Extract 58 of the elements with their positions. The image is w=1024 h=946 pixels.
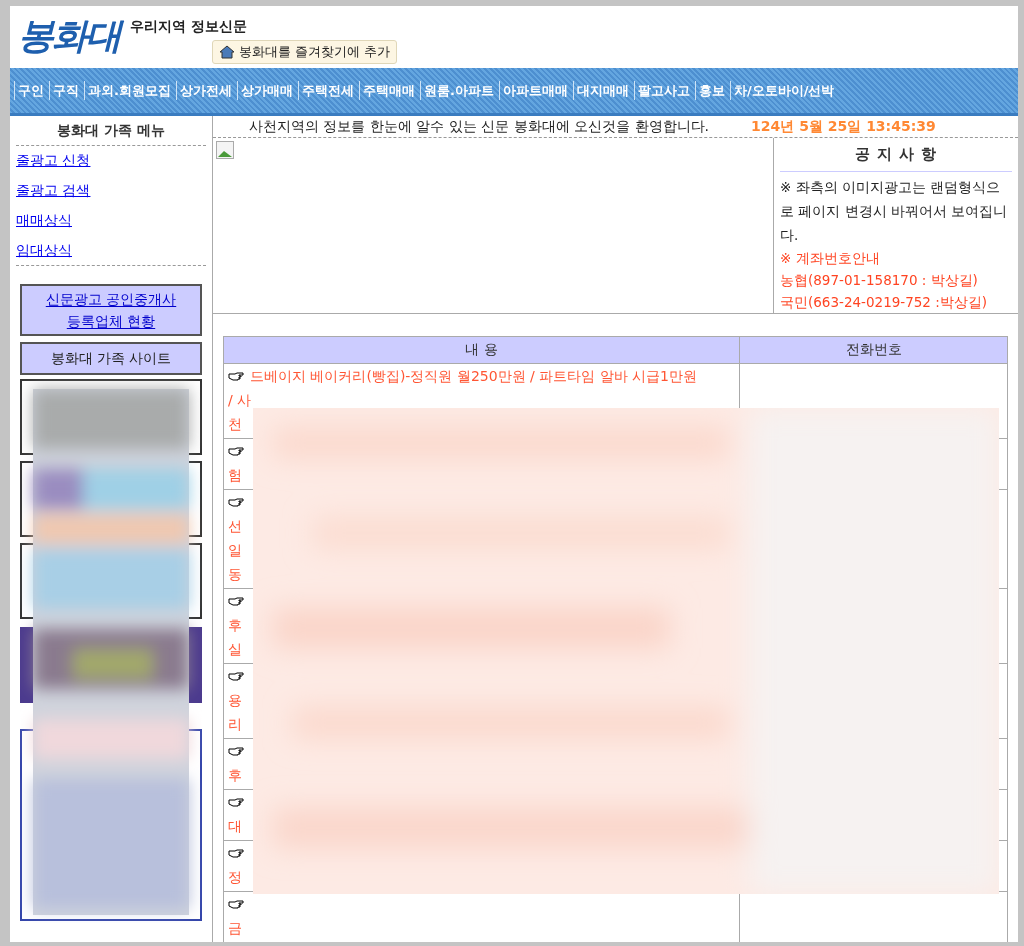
nav-link[interactable]: 상가전세 (175, 80, 235, 101)
family-sites-title: 봉화대 가족 사이트 (20, 342, 202, 375)
listing-text[interactable]: 용 (228, 687, 242, 712)
column-header: 내 용 (224, 336, 740, 363)
account-number: 농협(897-01-158170 : 박상길) (780, 270, 979, 290)
sidebar-link[interactable]: 임대상식 (16, 240, 206, 261)
listing-text[interactable]: 선 (228, 513, 242, 538)
listing-text[interactable]: / 사 (228, 387, 252, 412)
listing-text[interactable]: 정 (228, 864, 242, 889)
house-icon (219, 45, 235, 59)
nav-link[interactable]: 구직 (49, 80, 82, 101)
pointing-hand-icon (228, 597, 244, 606)
registry-link[interactable]: 등록업체 현황 (66, 310, 156, 332)
broken-image-icon (216, 141, 234, 159)
notice-title: 공 지 사 항 (780, 138, 1012, 172)
account-number: 국민(663-24-0219-752 :박상길) (780, 292, 989, 312)
listing-text[interactable]: 험 (228, 462, 242, 487)
nav-link[interactable]: 과외.회원모집 (84, 80, 174, 101)
pointing-hand-icon (228, 900, 244, 909)
listing-text[interactable]: 대 (228, 813, 242, 838)
listing-text[interactable]: 실 (228, 636, 242, 661)
column-header: 전화번호 (844, 340, 903, 359)
listing-text[interactable]: 동 (228, 561, 242, 586)
listing-text[interactable]: 리 (228, 711, 242, 736)
pointing-hand-icon (228, 447, 244, 456)
pointing-hand-icon (228, 372, 244, 381)
listing-text[interactable]: 천 (228, 411, 242, 436)
sidebar-title: 봉화대 가족 메뉴 (16, 116, 206, 146)
pointing-hand-icon (228, 798, 244, 807)
nav-link[interactable]: 상가매매 (236, 80, 296, 101)
pointing-hand-icon (228, 498, 244, 507)
pointing-hand-icon (228, 672, 244, 681)
nav-link[interactable]: 구인 (14, 80, 47, 101)
tagline: 우리지역 정보신문 (129, 17, 247, 36)
nav-link[interactable]: 대지매매 (572, 80, 632, 101)
sidebar-link[interactable]: 줄광고 신청 (16, 150, 206, 171)
bookmark-button[interactable]: 봉화대를 즐겨찾기에 추가 (212, 40, 398, 64)
nav-link[interactable]: 차/오토바이/선박 (729, 80, 838, 101)
nav-link[interactable]: 주택전세 (297, 80, 357, 101)
welcome-message: 사천지역의 정보를 한눈에 알수 있는 신문 봉화대에 오신것을 환영합니다. (248, 117, 710, 136)
account-heading: ※ 계좌번호안내 (780, 248, 881, 268)
nav-link[interactable]: 팔고사고 (633, 80, 693, 101)
pointing-hand-icon (228, 849, 244, 858)
listing-text[interactable]: 후 (228, 612, 242, 637)
listing-text[interactable]: 일 (228, 537, 242, 562)
listing-text[interactable]: 후 (228, 762, 242, 787)
nav-link[interactable]: 주택매매 (358, 80, 418, 101)
nav-link[interactable]: 아파트매매 (498, 80, 571, 101)
nav-link[interactable]: 원룸.아파트 (419, 80, 497, 101)
listing-text[interactable]: 금 (228, 915, 242, 940)
sidebar-link[interactable]: 매매상식 (16, 210, 206, 231)
listing-text[interactable]: 드베이지 베이커리(빵집)-정직원 월250만원 / 파트타임 알바 시급1만원 (250, 366, 698, 387)
sidebar-link[interactable]: 줄광고 검색 (16, 180, 206, 201)
registry-link[interactable]: 신문광고 공인중개사 (45, 288, 177, 310)
pointing-hand-icon (228, 747, 244, 756)
notice-text: ※ 좌측의 이미지광고는 랜덤형식으로 페이지 변경시 바꿔어서 보여집니다. (780, 177, 1009, 245)
date-time: 124년 5월 25일 13:45:39 (751, 117, 936, 136)
nav-link[interactable]: 홍보 (694, 80, 728, 101)
